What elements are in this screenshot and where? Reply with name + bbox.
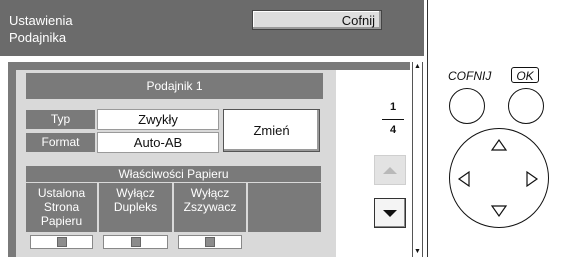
type-value: Zwykły xyxy=(97,109,219,130)
page-current: 1 xyxy=(389,101,397,113)
disable-duplex-label: Wyłącz Dupleks xyxy=(99,183,172,232)
triangle-right-outline-icon[interactable] xyxy=(525,170,539,188)
tray-title: Podajnik 1 xyxy=(26,73,323,99)
triangle-down-icon xyxy=(383,210,397,217)
panel-divider xyxy=(427,0,428,257)
back-key-label: COFNIJ xyxy=(448,69,492,83)
triangle-up-outline-icon[interactable] xyxy=(490,138,508,152)
scrollbar-thumb[interactable] xyxy=(413,72,422,248)
ok-hardware-key[interactable] xyxy=(508,88,544,124)
paper-properties-title: Właściwości Papieru xyxy=(26,166,321,182)
triangle-down-outline-icon[interactable] xyxy=(490,204,508,218)
back-hardware-key[interactable] xyxy=(449,88,485,124)
header-bar: Ustawienia Podajnika Cofnij xyxy=(0,0,424,56)
type-label: Typ xyxy=(26,110,95,129)
format-label: Format xyxy=(26,133,95,152)
page-title: Ustawienia Podajnika xyxy=(9,13,73,45)
disable-duplex-checkbox[interactable] xyxy=(103,235,168,249)
disable-stapler-checkbox[interactable] xyxy=(178,235,242,249)
format-value: Auto-AB xyxy=(97,132,219,153)
ok-key-label: OK xyxy=(511,67,539,83)
triangle-up-icon xyxy=(383,167,397,174)
scrollbar-down-arrow-icon[interactable]: ▼ xyxy=(414,248,421,256)
page-total: 4 xyxy=(389,124,397,136)
page-divider xyxy=(382,119,404,120)
back-button[interactable]: Cofnij xyxy=(252,10,382,30)
scrollbar[interactable]: ▲ ▼ xyxy=(412,62,423,257)
lcd-screen: Ustawienia Podajnika Cofnij Podajnik 1 T… xyxy=(0,0,427,257)
fixed-paper-side-label: Ustalona Strona Papieru xyxy=(26,183,97,232)
scrollbar-up-arrow-icon[interactable]: ▲ xyxy=(414,63,421,71)
empty-property-column xyxy=(248,183,321,232)
scroll-up-button[interactable] xyxy=(374,155,406,185)
change-button[interactable]: Zmień xyxy=(223,109,320,152)
fixed-paper-side-checkbox[interactable] xyxy=(30,235,93,249)
triangle-left-outline-icon[interactable] xyxy=(457,170,471,188)
disable-stapler-label: Wyłącz Zszywacz xyxy=(174,183,246,232)
scroll-down-button[interactable] xyxy=(374,198,406,228)
